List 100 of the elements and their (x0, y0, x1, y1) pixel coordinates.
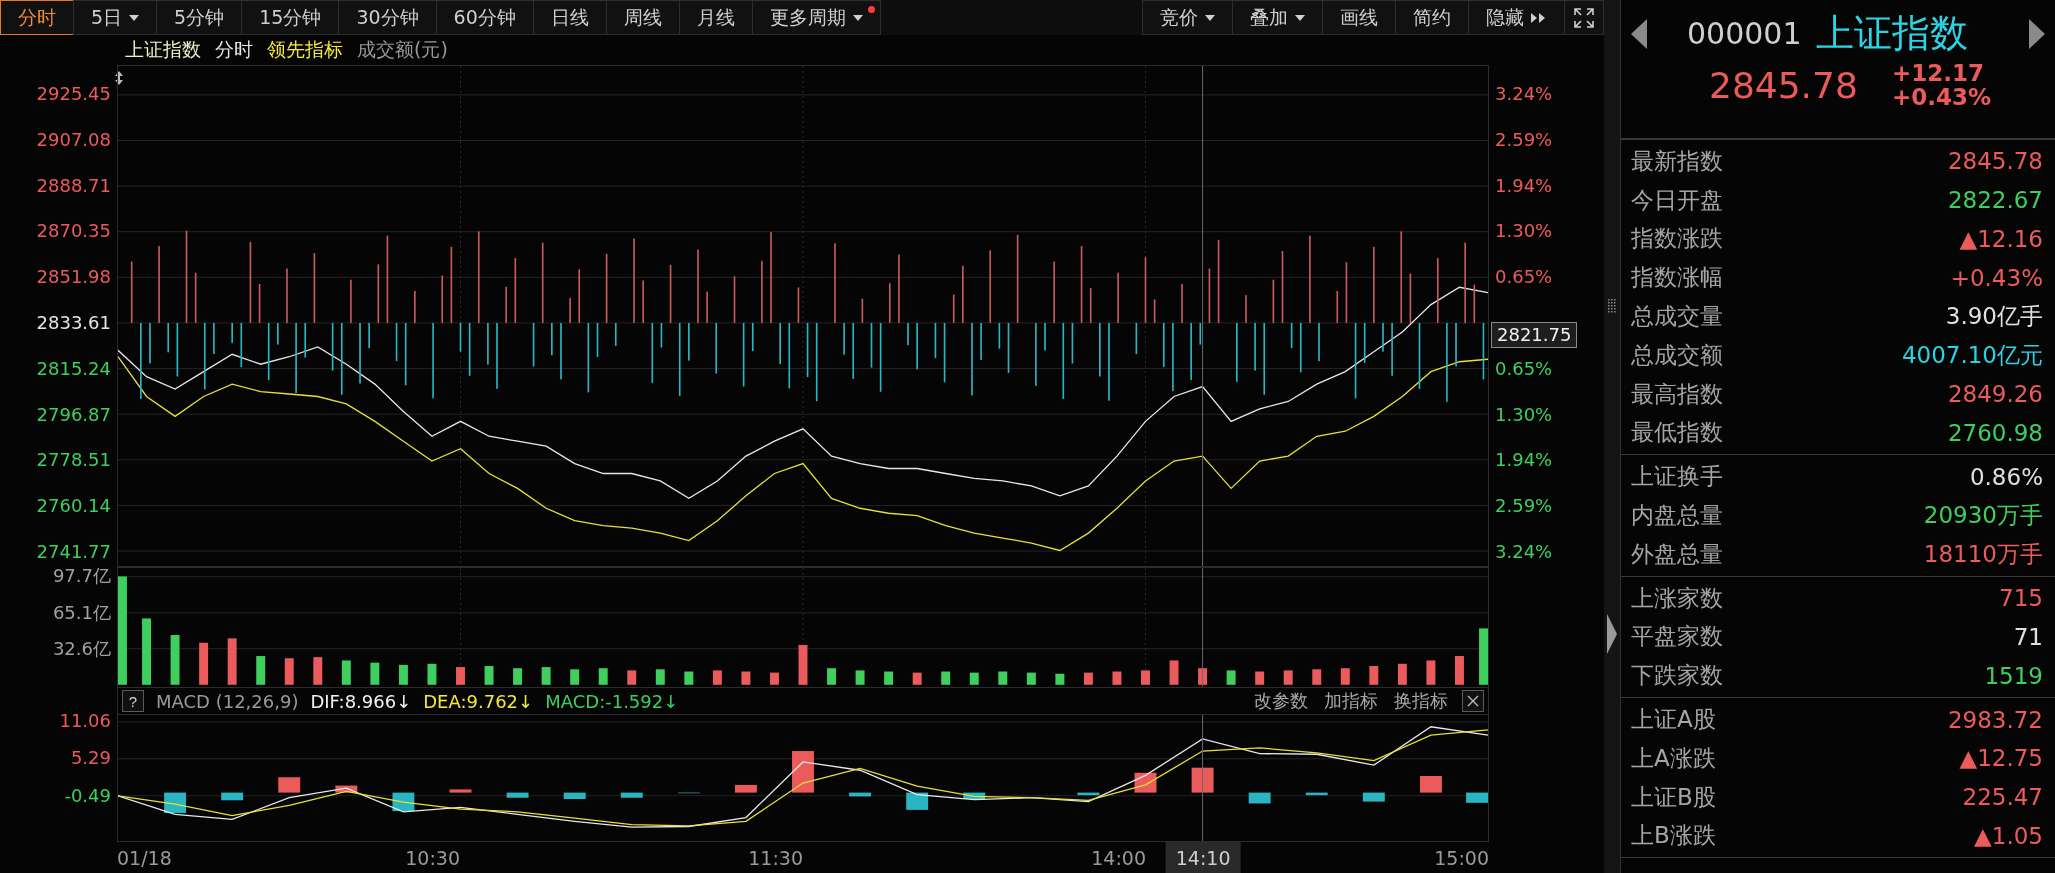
axis-label: 2851.98 (36, 268, 111, 287)
menu-button[interactable]: 竞价 (1142, 0, 1233, 35)
stat-label: 指数涨幅 (1631, 263, 1723, 293)
stat-label: 外盘总量 (1631, 539, 1723, 569)
axis-label: 5.29 (70, 749, 111, 768)
indicator-action[interactable]: 加指标 (1322, 689, 1380, 713)
price-change: +12.17 (1891, 61, 1985, 86)
axis-label: 2925.45 (36, 85, 111, 103)
axis-label: 2833.61 (36, 314, 111, 332)
axis-label: 2796.87 (36, 405, 111, 424)
legend-label: 分时 (215, 37, 253, 62)
stat-label: 最高指数 (1631, 379, 1723, 409)
stock-code: 000001 (1687, 16, 1802, 51)
percent-label: 0.65% (1495, 359, 1553, 378)
stat-value: 225.47 (1962, 784, 2043, 811)
indicator-readout: DIF:8.966↓ (310, 690, 412, 712)
help-button[interactable]: ? (122, 690, 144, 712)
stat-value: 2822.67 (1947, 187, 2043, 214)
price-tag: 2821.75 (1491, 322, 1578, 348)
period-tab[interactable]: 5日 (73, 0, 158, 35)
stat-label: 总成交额 (1631, 340, 1723, 370)
menu-button[interactable]: 叠加 (1232, 0, 1323, 35)
stat-value: 2849.26 (1947, 381, 2043, 408)
next-arrow-icon[interactable] (2029, 18, 2045, 49)
previous-arrow-icon[interactable] (1631, 18, 1647, 49)
caret-icon (129, 14, 140, 21)
double-chevron-icon (1531, 12, 1547, 23)
stat-label: 上A涨跌 (1631, 743, 1716, 773)
period-tab[interactable]: 15分钟 (241, 0, 340, 35)
period-tab[interactable]: 30分钟 (338, 0, 437, 35)
period-tab[interactable]: 5分钟 (156, 0, 243, 35)
percent-label: 1.30% (1495, 222, 1553, 241)
axis-label: 32.6亿 (52, 640, 111, 659)
stat-label: 今日开盘 (1631, 185, 1723, 215)
percent-change: +0.43% (1891, 85, 1991, 110)
period-tab[interactable]: 60分钟 (435, 0, 534, 35)
axis-label: 2760.14 (36, 497, 111, 516)
indicator-action[interactable]: 换指标 (1392, 689, 1450, 713)
stat-value: 3.90亿手 (1945, 302, 2043, 332)
stat-label: 总成交量 (1631, 302, 1723, 332)
stat-value: 715 (1999, 585, 2043, 612)
axis-label: 2888.71 (36, 176, 111, 195)
caret-icon (852, 14, 863, 21)
time-label: 11:30 (748, 847, 803, 869)
stat-label: 内盘总量 (1631, 501, 1723, 531)
stat-value: 1519 (1984, 662, 2043, 689)
stat-value: 2760.98 (1947, 419, 2043, 446)
stat-label: 上涨家数 (1631, 583, 1723, 613)
stat-label: 上证A股 (1631, 705, 1716, 735)
chevron-right-icon[interactable] (1607, 614, 1617, 654)
legend-label: 成交额(元) (357, 37, 448, 62)
percent-label: 1.94% (1495, 451, 1553, 470)
stat-label: 上证B股 (1631, 782, 1716, 812)
stat-value: ▲12.16 (1959, 226, 2043, 252)
stat-label: 平盘家数 (1631, 622, 1723, 652)
percent-label: 1.94% (1495, 176, 1553, 195)
percent-label: 3.24% (1495, 85, 1553, 103)
grip-icon[interactable] (1608, 298, 1616, 314)
percent-label: 2.59% (1495, 497, 1553, 516)
percent-label: 3.24% (1495, 543, 1553, 561)
indicator-readout: DEA:9.762↓ (423, 690, 534, 712)
close-icon (1467, 695, 1479, 707)
indicator-title: MACD (12,26,9) (156, 690, 299, 712)
stat-label: 最低指数 (1631, 418, 1723, 448)
period-tab[interactable]: 日线 (532, 0, 607, 35)
axis-label: 2907.08 (36, 130, 111, 149)
period-tab[interactable]: 更多周期 (751, 0, 881, 35)
stat-value: 4007.10亿元 (1901, 340, 2043, 370)
tool-button[interactable]: 简约 (1395, 0, 1469, 35)
period-tab[interactable]: 周线 (605, 0, 680, 35)
period-tab[interactable]: 月线 (678, 0, 753, 35)
stat-label: 最新指数 (1631, 146, 1723, 176)
percent-label: 0.65% (1495, 268, 1553, 287)
axis-label: 2741.77 (36, 543, 111, 561)
time-label: 15:00 (1434, 847, 1489, 869)
percent-label: 1.30% (1495, 405, 1553, 424)
tool-button[interactable]: 画线 (1322, 0, 1396, 35)
stat-value: ▲1.05 (1974, 822, 2043, 849)
time-label: 14:00 (1091, 847, 1146, 869)
period-tab[interactable]: 分时 (0, 0, 74, 35)
axis-label: 2778.51 (36, 451, 111, 470)
axis-label: 2870.35 (36, 222, 111, 241)
stat-label: 上证换手 (1631, 462, 1723, 492)
time-label: 01/18 (117, 847, 172, 869)
indicator-action[interactable]: 改参数 (1252, 689, 1310, 713)
axis-label: 2815.24 (36, 359, 111, 378)
axis-label: 11.06 (59, 712, 111, 730)
last-price: 2845.78 (1709, 64, 1858, 106)
resize-icon[interactable] (115, 71, 123, 85)
hide-button[interactable]: 隐藏 (1468, 0, 1565, 35)
notification-dot (867, 6, 875, 13)
stat-value: 2845.78 (1947, 148, 2043, 175)
stat-value: 71 (2013, 623, 2043, 650)
index-name: 上证指数 (1815, 10, 1968, 57)
stat-value: ▲12.75 (1959, 745, 2043, 772)
stat-value: 20930万手 (1923, 501, 2043, 531)
fullscreen-button[interactable] (1564, 0, 1604, 35)
stat-value: 2983.72 (1947, 706, 2043, 733)
close-button[interactable] (1462, 690, 1484, 712)
cursor-time-label: 14:10 (1165, 842, 1241, 873)
